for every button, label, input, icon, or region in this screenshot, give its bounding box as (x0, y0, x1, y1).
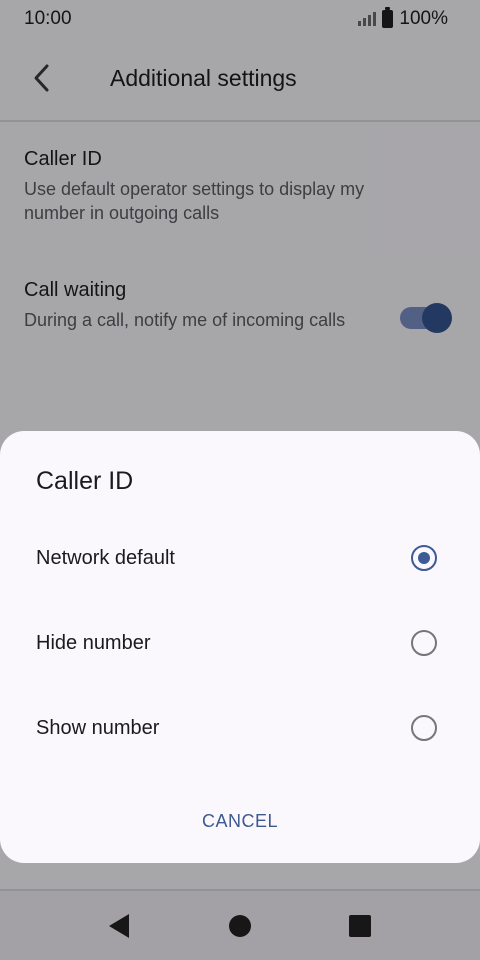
option-network-default[interactable]: Network default (0, 517, 480, 601)
option-show-number[interactable]: Show number (0, 687, 480, 771)
radio-button-selected[interactable] (411, 545, 437, 571)
option-label: Network default (36, 547, 175, 569)
option-label: Hide number (36, 632, 151, 654)
radio-button[interactable] (411, 715, 437, 741)
option-label: Show number (36, 717, 160, 739)
option-hide-number[interactable]: Hide number (0, 602, 480, 686)
radio-button[interactable] (411, 630, 437, 656)
dialog-title: Caller ID (36, 467, 134, 495)
caller-id-dialog: Caller ID Network default Hide number Sh… (0, 431, 480, 863)
cancel-button[interactable]: CANCEL (190, 803, 290, 839)
